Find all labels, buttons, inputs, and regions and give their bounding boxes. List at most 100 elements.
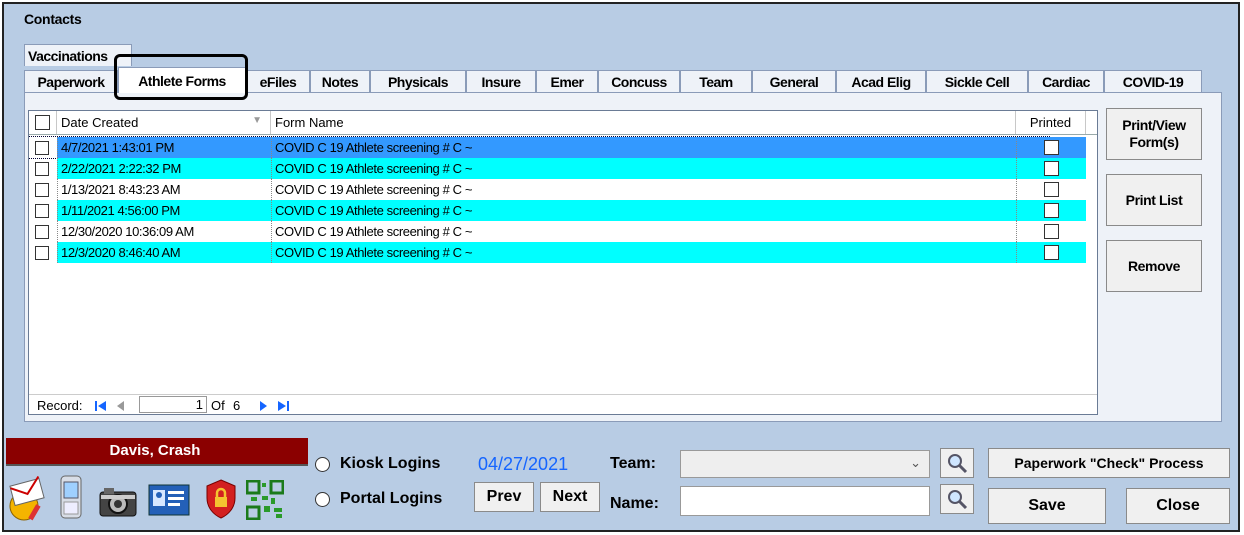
tab-general[interactable]: General <box>752 70 836 92</box>
row-select-checkbox[interactable] <box>35 162 49 176</box>
next-button[interactable]: Next <box>540 482 600 512</box>
first-record-icon[interactable] <box>93 399 109 413</box>
table-row[interactable]: 12/3/2020 8:46:40 AM COVID C 19 Athlete s… <box>29 242 1086 263</box>
next-record-icon[interactable] <box>255 399 271 413</box>
column-separator <box>271 221 272 242</box>
tab-acad-elig[interactable]: Acad Elig <box>836 70 926 92</box>
date-created-cell: 1/11/2021 4:56:00 PM <box>57 200 271 221</box>
select-all-column[interactable] <box>29 111 57 134</box>
shield-lock-icon[interactable] <box>204 478 238 520</box>
name-search-button[interactable] <box>940 484 974 514</box>
paperwork-check-process-button[interactable]: Paperwork "Check" Process <box>988 448 1230 478</box>
column-separator <box>57 242 58 263</box>
column-separator <box>271 158 272 179</box>
column-printed[interactable]: Printed <box>1016 111 1086 134</box>
row-select-checkbox[interactable] <box>35 141 49 155</box>
form-name-cell: COVID C 19 Athlete screening # C ~ <box>271 137 1016 158</box>
printed-cell <box>1016 179 1086 200</box>
date-created-cell: 4/7/2021 1:43:01 PM <box>57 137 271 158</box>
close-button[interactable]: Close <box>1126 488 1230 524</box>
remove-button[interactable]: Remove <box>1106 240 1202 292</box>
tab-notes[interactable]: Notes <box>310 70 370 92</box>
date-created-cell: 1/13/2021 8:43:23 AM <box>57 179 271 200</box>
section-title: Contacts <box>24 11 82 27</box>
mobile-phone-icon[interactable] <box>58 474 84 520</box>
portal-logins-radio[interactable] <box>315 492 330 507</box>
printed-cell <box>1016 200 1086 221</box>
record-label: Record: <box>37 398 83 413</box>
printed-checkbox[interactable] <box>1044 140 1059 155</box>
table-row[interactable]: 1/13/2021 8:43:23 AM COVID C 19 Athlete s… <box>29 179 1086 200</box>
record-current-input[interactable]: 1 <box>139 396 207 413</box>
forms-grid[interactable]: Date Created ▼ Form Name Printed 4/7/202… <box>28 110 1098 415</box>
current-date: 04/27/2021 <box>478 454 569 474</box>
column-separator <box>1016 179 1017 200</box>
qr-code-icon[interactable] <box>246 480 284 520</box>
kiosk-logins-label: Kiosk Logins <box>340 455 441 472</box>
column-separator <box>57 221 58 242</box>
column-separator <box>57 137 58 158</box>
team-label: Team: <box>610 455 656 472</box>
row-select-checkbox[interactable] <box>35 204 49 218</box>
last-record-icon[interactable] <box>275 399 291 413</box>
tab-emer[interactable]: Emer <box>536 70 598 92</box>
tab-efiles[interactable]: eFiles <box>246 70 310 92</box>
record-of-label: Of <box>211 398 225 413</box>
column-date-created[interactable]: Date Created ▼ <box>57 111 271 134</box>
form-name-cell: COVID C 19 Athlete screening # C ~ <box>271 221 1016 242</box>
select-all-checkbox[interactable] <box>35 115 50 130</box>
prev-record-icon[interactable] <box>113 399 129 413</box>
kiosk-logins-radio[interactable] <box>315 457 330 472</box>
table-row[interactable]: 2/22/2021 2:22:32 PM COVID C 19 Athlete s… <box>29 158 1086 179</box>
date-created-cell: 12/3/2020 8:46:40 AM <box>57 242 271 263</box>
form-name-cell: COVID C 19 Athlete screening # C ~ <box>271 179 1016 200</box>
save-button[interactable]: Save <box>988 488 1106 524</box>
camera-icon[interactable] <box>98 484 138 518</box>
form-name-cell: COVID C 19 Athlete screening # C ~ <box>271 200 1016 221</box>
printed-cell <box>1016 137 1086 158</box>
print-view-forms-button[interactable]: Print/View Form(s) <box>1106 108 1202 160</box>
name-input[interactable] <box>680 486 930 516</box>
tab-physicals[interactable]: Physicals <box>370 70 466 92</box>
name-label: Name: <box>610 495 659 512</box>
active-tab-highlight <box>114 54 248 100</box>
table-row[interactable]: 4/7/2021 1:43:01 PM COVID C 19 Athlete sc… <box>29 136 1086 159</box>
tab-insure[interactable]: Insure <box>466 70 536 92</box>
tab-covid-19[interactable]: COVID-19 <box>1104 70 1202 92</box>
printed-checkbox[interactable] <box>1044 161 1059 176</box>
form-name-cell: COVID C 19 Athlete screening # C ~ <box>271 158 1016 179</box>
team-select[interactable]: ⌄ <box>680 450 930 478</box>
column-separator <box>271 200 272 221</box>
date-created-cell: 12/30/2020 10:36:09 AM <box>57 221 271 242</box>
tab-paperwork[interactable]: Paperwork <box>24 70 118 92</box>
record-total: 6 <box>233 398 241 413</box>
magnifier-icon <box>948 454 968 474</box>
tab-sickle-cell[interactable]: Sickle Cell <box>926 70 1028 92</box>
row-select-checkbox[interactable] <box>35 183 49 197</box>
envelope-pencil-icon[interactable] <box>8 476 50 524</box>
column-separator <box>1016 242 1017 263</box>
chevron-down-icon: ⌄ <box>910 455 921 470</box>
row-select-checkbox[interactable] <box>35 225 49 239</box>
table-row[interactable]: 12/30/2020 10:36:09 AM COVID C 19 Athlete… <box>29 221 1086 242</box>
tab-cardiac[interactable]: Cardiac <box>1028 70 1104 92</box>
team-search-button[interactable] <box>940 448 974 478</box>
printed-checkbox[interactable] <box>1044 224 1059 239</box>
column-form-name[interactable]: Form Name <box>271 111 1016 134</box>
print-list-button[interactable]: Print List <box>1106 174 1202 226</box>
date-created-cell: 2/22/2021 2:22:32 PM <box>57 158 271 179</box>
id-card-icon[interactable] <box>148 484 190 516</box>
printed-cell <box>1016 221 1086 242</box>
tab-team[interactable]: Team <box>680 70 752 92</box>
printed-checkbox[interactable] <box>1044 245 1059 260</box>
printed-checkbox[interactable] <box>1044 182 1059 197</box>
tab-concuss[interactable]: Concuss <box>598 70 680 92</box>
column-separator <box>57 200 58 221</box>
prev-button[interactable]: Prev <box>474 482 534 512</box>
row-select-checkbox[interactable] <box>35 246 49 260</box>
table-row[interactable]: 1/11/2021 4:56:00 PM COVID C 19 Athlete s… <box>29 200 1086 221</box>
form-name-cell: COVID C 19 Athlete screening # C ~ <box>271 242 1016 263</box>
magnifier-icon <box>948 490 968 510</box>
column-separator <box>1016 137 1017 158</box>
printed-checkbox[interactable] <box>1044 203 1059 218</box>
